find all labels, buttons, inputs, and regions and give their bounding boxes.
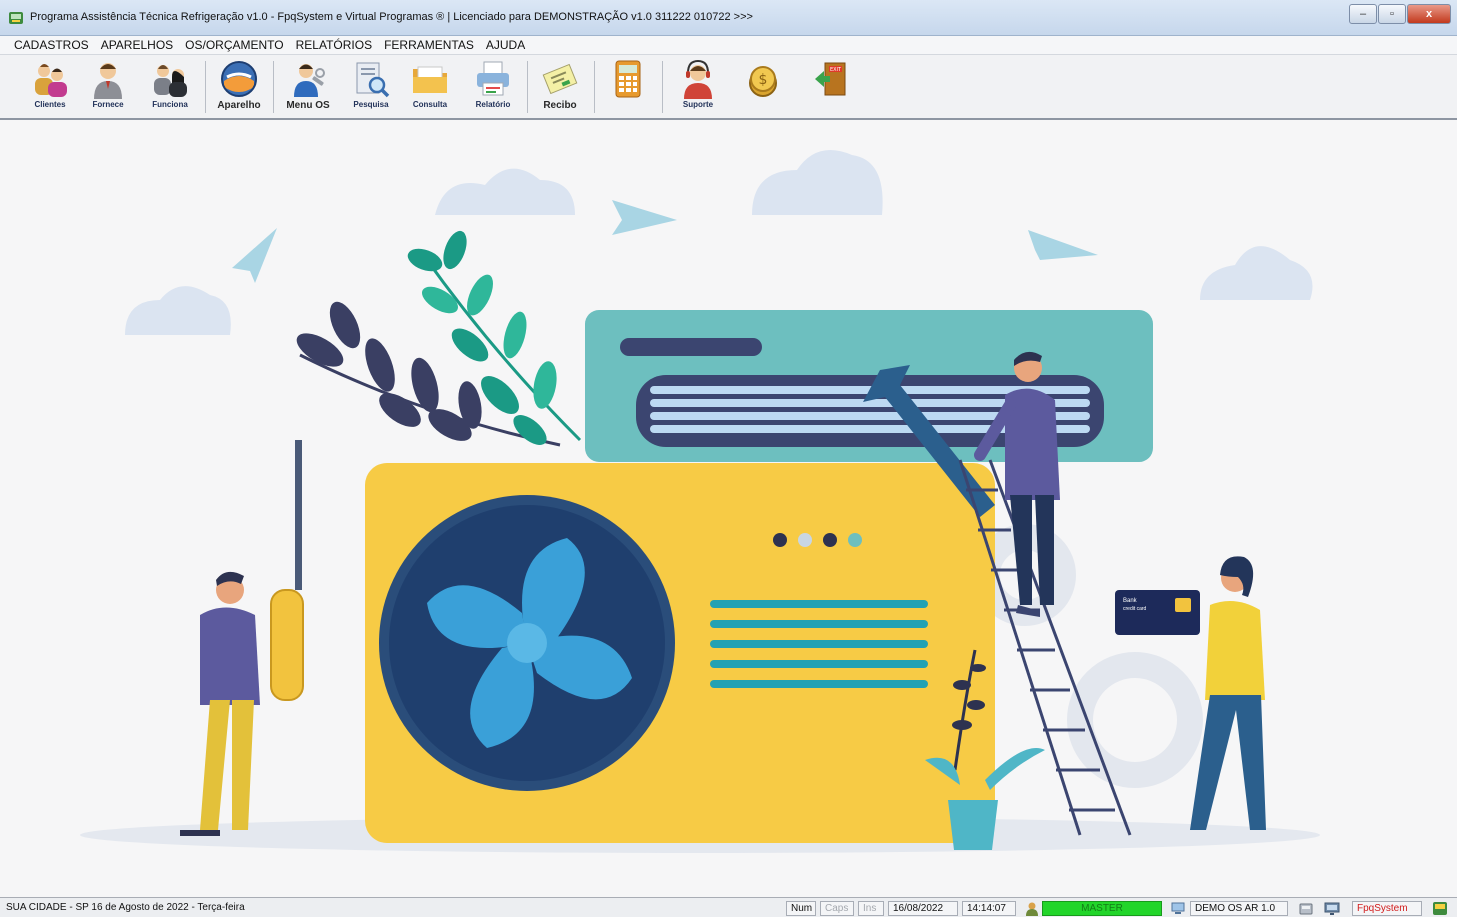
- toolbar-separator: [273, 61, 274, 113]
- status-date: 16/08/2022: [888, 901, 958, 916]
- clients-icon: [35, 64, 67, 97]
- status-user: MASTER: [1042, 901, 1162, 916]
- menu-ajuda[interactable]: AJUDA: [486, 36, 525, 54]
- status-bar: SUA CIDADE - SP 16 de Agosto de 2022 - T…: [0, 897, 1457, 917]
- user-icon: [1026, 902, 1038, 916]
- minimize-button[interactable]: –: [1349, 4, 1377, 24]
- indoor-ac-unit: [585, 310, 1153, 462]
- computer-icon: [1171, 902, 1185, 914]
- menu-relatorios[interactable]: RELATÓRIOS: [296, 36, 372, 54]
- status-version: DEMO OS AR 1.0: [1190, 901, 1288, 916]
- menu-os-orcamento[interactable]: OS/ORÇAMENTO: [185, 36, 283, 54]
- finance-button[interactable]: $: [738, 57, 788, 117]
- fornece-label: Fornece: [92, 100, 124, 109]
- main-area: Bank credit card: [0, 120, 1457, 897]
- plant-leaves: [296, 230, 582, 447]
- menu-bar: CADASTROS APARELHOS OS/ORÇAMENTO RELATÓR…: [0, 36, 1457, 54]
- app-icon: [9, 12, 23, 24]
- toolbar-separator: [662, 61, 663, 113]
- toolbar-separator: [527, 61, 528, 113]
- status-time: 14:14:07: [962, 901, 1016, 916]
- employees-icon: [154, 65, 187, 97]
- support-icon: [684, 59, 712, 99]
- air-conditioner-illustration: Bank credit card: [80, 150, 1320, 853]
- toolbar: Clientes Fornece Funciona Aparelho Menu …: [0, 54, 1457, 120]
- consulta-label: Consulta: [412, 100, 448, 109]
- funciona-button[interactable]: Funciona: [140, 57, 200, 117]
- card-text-bank: Bank: [1123, 598, 1138, 604]
- status-brand: FpqSystem: [1352, 901, 1422, 916]
- toolbar-separator: [205, 61, 206, 113]
- paper-plane-icon: [232, 200, 1098, 283]
- status-num: Num: [786, 901, 816, 916]
- service-order-icon: [294, 64, 325, 97]
- app-window: Programa Assistência Técnica Refrigeraçã…: [0, 0, 1457, 917]
- close-button[interactable]: x: [1407, 4, 1451, 24]
- folder-icon: [413, 66, 447, 93]
- app-status-icon: [1433, 902, 1447, 915]
- disk-icon: [1299, 903, 1313, 915]
- exit-button[interactable]: EXIT: [806, 57, 856, 117]
- suporte-button[interactable]: Suporte: [668, 57, 728, 117]
- printer-icon: [477, 61, 509, 96]
- network-icon: [1324, 902, 1340, 915]
- svg-text:EXIT: EXIT: [830, 67, 842, 73]
- recibo-button[interactable]: Recibo: [532, 57, 588, 117]
- aparelho-button[interactable]: Aparelho: [210, 57, 268, 117]
- recibo-label: Recibo: [543, 100, 577, 111]
- menu-os-button[interactable]: Menu OS: [278, 57, 338, 117]
- menu-aparelhos[interactable]: APARELHOS: [101, 36, 173, 54]
- aparelho-label: Aparelho: [217, 100, 261, 111]
- exit-icon: EXIT: [815, 62, 846, 96]
- calculator-button[interactable]: [602, 57, 654, 117]
- coins-icon: $: [749, 66, 777, 97]
- relatorio-button[interactable]: Relatório: [462, 57, 524, 117]
- fornece-button[interactable]: Fornece: [82, 57, 134, 117]
- clientes-button[interactable]: Clientes: [22, 57, 78, 117]
- technician-with-screwdriver: [180, 440, 304, 836]
- status-location-date: SUA CIDADE - SP 16 de Agosto de 2022 - T…: [6, 902, 245, 913]
- toolbar-separator: [594, 61, 595, 113]
- cloud-icon: [125, 150, 1313, 335]
- window-controls: – ▫ x: [1348, 4, 1451, 26]
- svg-text:$: $: [759, 72, 768, 88]
- title-bar[interactable]: Programa Assistência Técnica Refrigeraçã…: [0, 0, 1457, 36]
- window-title: Programa Assistência Técnica Refrigeraçã…: [30, 11, 753, 23]
- supplier-icon: [94, 63, 122, 99]
- card-text-credit: credit card: [1123, 606, 1147, 612]
- receipt-icon: [542, 63, 578, 95]
- appliance-icon: [221, 61, 257, 97]
- pesquisa-label: Pesquisa: [353, 100, 389, 109]
- calculator-icon: [615, 60, 641, 98]
- suporte-label: Suporte: [682, 100, 714, 109]
- clientes-label: Clientes: [34, 100, 66, 109]
- consulta-button[interactable]: Consulta: [402, 57, 458, 117]
- relatorio-label: Relatório: [475, 100, 511, 109]
- search-icon: [356, 62, 390, 98]
- menu-cadastros[interactable]: CADASTROS: [14, 36, 89, 54]
- status-caps: Caps: [820, 901, 854, 916]
- menu-os-label: Menu OS: [286, 100, 330, 111]
- menu-ferramentas[interactable]: FERRAMENTAS: [384, 36, 474, 54]
- funciona-label: Funciona: [152, 100, 188, 109]
- outdoor-ac-unit: [365, 463, 995, 843]
- maximize-button[interactable]: ▫: [1378, 4, 1406, 24]
- status-ins: Ins: [858, 901, 884, 916]
- pesquisa-button[interactable]: Pesquisa: [342, 57, 400, 117]
